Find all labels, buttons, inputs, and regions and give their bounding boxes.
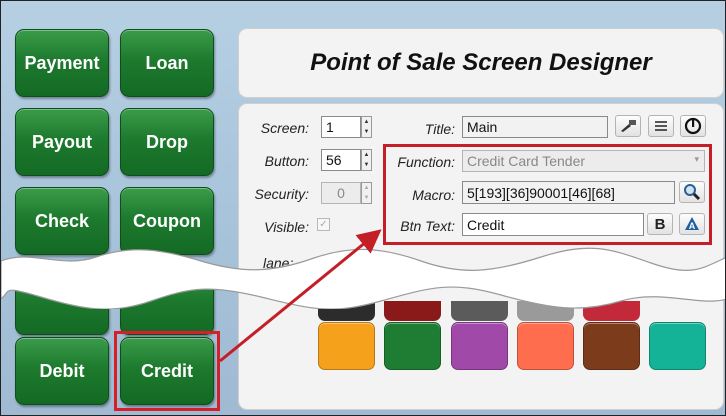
arrow-connector [219,229,382,363]
pos-screen-designer-window: Payment Loan Payout Drop Check Coupon De… [0,0,726,416]
